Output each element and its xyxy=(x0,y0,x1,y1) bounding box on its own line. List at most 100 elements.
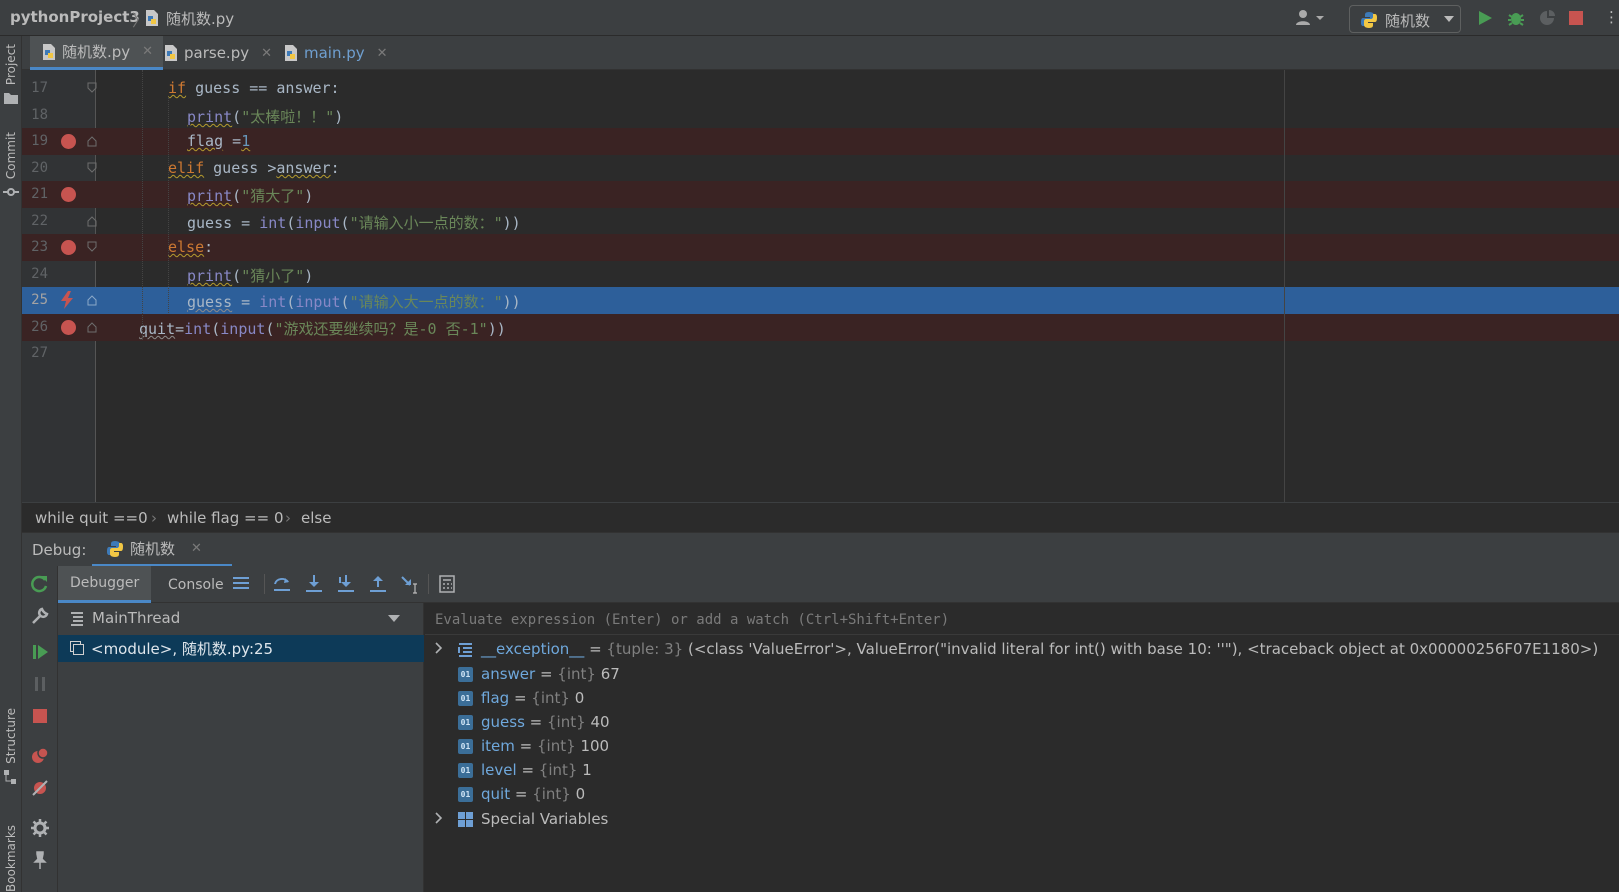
run-config-dropdown[interactable]: 随机数 xyxy=(1349,5,1461,33)
code-token: "猜小了" xyxy=(241,267,305,285)
close-icon[interactable]: ✕ xyxy=(191,541,202,556)
stop-icon[interactable] xyxy=(30,706,50,726)
rerun-icon[interactable] xyxy=(30,574,50,594)
resume-icon[interactable] xyxy=(30,642,50,662)
view-breakpoints-icon[interactable] xyxy=(30,746,50,766)
coverage-icon[interactable] xyxy=(1538,9,1556,27)
code-token: ( xyxy=(340,214,350,232)
code-line[interactable]: 22 guess = int(input("请输入小一点的数：")) xyxy=(22,208,1619,235)
step-into-icon[interactable] xyxy=(305,574,323,594)
variable-row-quit[interactable]: 01 quit = {int} 0 xyxy=(425,782,1619,807)
pause-icon[interactable] xyxy=(30,674,50,694)
fold-end-icon[interactable] xyxy=(87,294,97,306)
breakpoint-hit-icon[interactable] xyxy=(59,291,75,309)
commit-tool-button[interactable]: Commit xyxy=(4,132,18,179)
code-editor[interactable]: 17 if guess == answer: 18 print("太棒啦！！")… xyxy=(22,70,1619,502)
current-execution-line[interactable]: 25 guess = int(input("请输入大一点的数：")) xyxy=(22,287,1619,314)
breakpoint-icon[interactable] xyxy=(61,134,76,149)
code-line[interactable]: 27 xyxy=(22,340,1619,367)
list-icon xyxy=(458,642,473,657)
code-line[interactable]: 17 if guess == answer: xyxy=(22,75,1619,102)
stack-frame-row[interactable]: <module>, 随机数.py:25 xyxy=(58,635,424,662)
variable-name: __exception__ xyxy=(481,640,585,658)
wrench-icon[interactable] xyxy=(30,606,50,626)
tab-random-py[interactable]: 随机数.py ✕ xyxy=(30,36,164,70)
run-to-cursor-icon[interactable] xyxy=(401,574,419,594)
step-over-icon[interactable] xyxy=(273,574,291,594)
code-token: guess == answer: xyxy=(186,79,340,97)
fold-end-icon[interactable] xyxy=(87,321,97,333)
mute-breakpoints-icon[interactable] xyxy=(30,778,50,798)
variable-row-flag[interactable]: 01 flag = {int} 0 xyxy=(425,686,1619,711)
code-line[interactable]: 23 else: xyxy=(22,234,1619,261)
file-breadcrumb[interactable]: 随机数.py xyxy=(166,8,234,29)
code-token: "请输入小一点的数：" xyxy=(349,214,503,232)
code-line[interactable]: 26 quit=int(input("游戏还要继续吗？是-0 否-1")) xyxy=(22,314,1619,341)
variable-row-item[interactable]: 01 item = {int} 100 xyxy=(425,734,1619,759)
evaluate-expression-icon[interactable] xyxy=(439,575,455,593)
variable-name: quit xyxy=(481,785,511,803)
bookmarks-tool-button[interactable]: Bookmarks xyxy=(4,808,18,892)
code-token: 1 xyxy=(241,132,251,150)
breakpoint-icon[interactable] xyxy=(61,187,76,202)
close-icon[interactable]: ✕ xyxy=(261,46,272,61)
breakpoint-icon[interactable] xyxy=(61,320,76,335)
project-name[interactable]: pythonProject3 xyxy=(10,8,140,26)
fold-icon[interactable] xyxy=(87,241,97,253)
frames-menu-icon[interactable] xyxy=(232,574,250,592)
code-line[interactable]: 21 print("猜大了") xyxy=(22,181,1619,208)
tab-console[interactable]: Console xyxy=(156,566,236,603)
breadcrumb-item[interactable]: while flag == 0 xyxy=(167,509,283,527)
more-icon[interactable]: ⋮ xyxy=(1604,8,1619,26)
tab-debugger[interactable]: Debugger xyxy=(58,566,152,603)
step-out-icon[interactable] xyxy=(369,574,387,594)
step-into-my-code-icon[interactable] xyxy=(337,574,355,594)
breakpoint-icon[interactable] xyxy=(61,240,76,255)
variable-name: item xyxy=(481,737,515,755)
close-icon[interactable]: ✕ xyxy=(377,46,388,61)
code-token: int xyxy=(259,214,287,232)
variable-row-exception[interactable]: __exception__ = {tuple: 3} (<class 'Valu… xyxy=(425,637,1619,662)
code-line[interactable]: 20 elif guess >answer: xyxy=(22,155,1619,182)
variable-value: (<class 'ValueError'>, ValueError("inval… xyxy=(687,640,1599,658)
code-line[interactable]: 19 flag =1 xyxy=(22,128,1619,155)
code-line[interactable]: 18 print("太棒啦！！") xyxy=(22,102,1619,129)
debug-session-tab[interactable]: 随机数 ✕ xyxy=(92,533,232,567)
stop-icon[interactable] xyxy=(1569,11,1583,25)
variable-row-level[interactable]: 01 level = {int} 1 xyxy=(425,758,1619,783)
variable-row-answer[interactable]: 01 answer = {int} 67 xyxy=(425,662,1619,687)
tab-main-py[interactable]: main.py ✕ xyxy=(272,36,398,70)
code-token: )) xyxy=(502,293,521,311)
fold-end-icon[interactable] xyxy=(87,135,97,147)
line-number: 19 xyxy=(31,133,48,149)
fold-end-icon[interactable] xyxy=(87,215,97,227)
code-token: guess xyxy=(187,293,233,311)
evaluate-expression-input[interactable] xyxy=(435,609,1535,631)
gear-icon[interactable] xyxy=(30,818,50,838)
debug-icon[interactable] xyxy=(1507,9,1525,27)
code-token: ) xyxy=(304,187,314,205)
fold-icon[interactable] xyxy=(87,162,97,174)
pin-icon[interactable] xyxy=(30,850,50,870)
chevron-down-icon xyxy=(1444,16,1454,24)
thread-selector[interactable]: MainThread xyxy=(58,603,424,635)
variable-type: {int} xyxy=(532,785,571,803)
fold-icon[interactable] xyxy=(87,82,97,94)
variable-row-guess[interactable]: 01 guess = {int} 40 xyxy=(425,710,1619,735)
breadcrumb-item[interactable]: while quit ==0 xyxy=(35,509,148,527)
line-number: 22 xyxy=(31,213,48,229)
chevron-right-icon[interactable] xyxy=(433,812,445,824)
indent-guide xyxy=(168,97,169,313)
special-variables-row[interactable]: Special Variables xyxy=(425,807,1619,832)
chevron-right-icon[interactable] xyxy=(433,642,445,654)
user-icon[interactable] xyxy=(1294,9,1330,29)
right-margin-guide xyxy=(1284,70,1285,502)
run-config-label: 随机数 xyxy=(1385,12,1431,30)
int-icon: 01 xyxy=(458,739,473,754)
run-icon[interactable] xyxy=(1477,10,1493,26)
tab-parse-py[interactable]: parse.py ✕ xyxy=(152,36,282,70)
structure-tool-button[interactable]: Structure xyxy=(4,708,18,764)
project-tool-button[interactable]: Project xyxy=(4,44,18,85)
breadcrumb-item[interactable]: else xyxy=(301,509,331,527)
code-line[interactable]: 24 print("猜小了") xyxy=(22,261,1619,288)
